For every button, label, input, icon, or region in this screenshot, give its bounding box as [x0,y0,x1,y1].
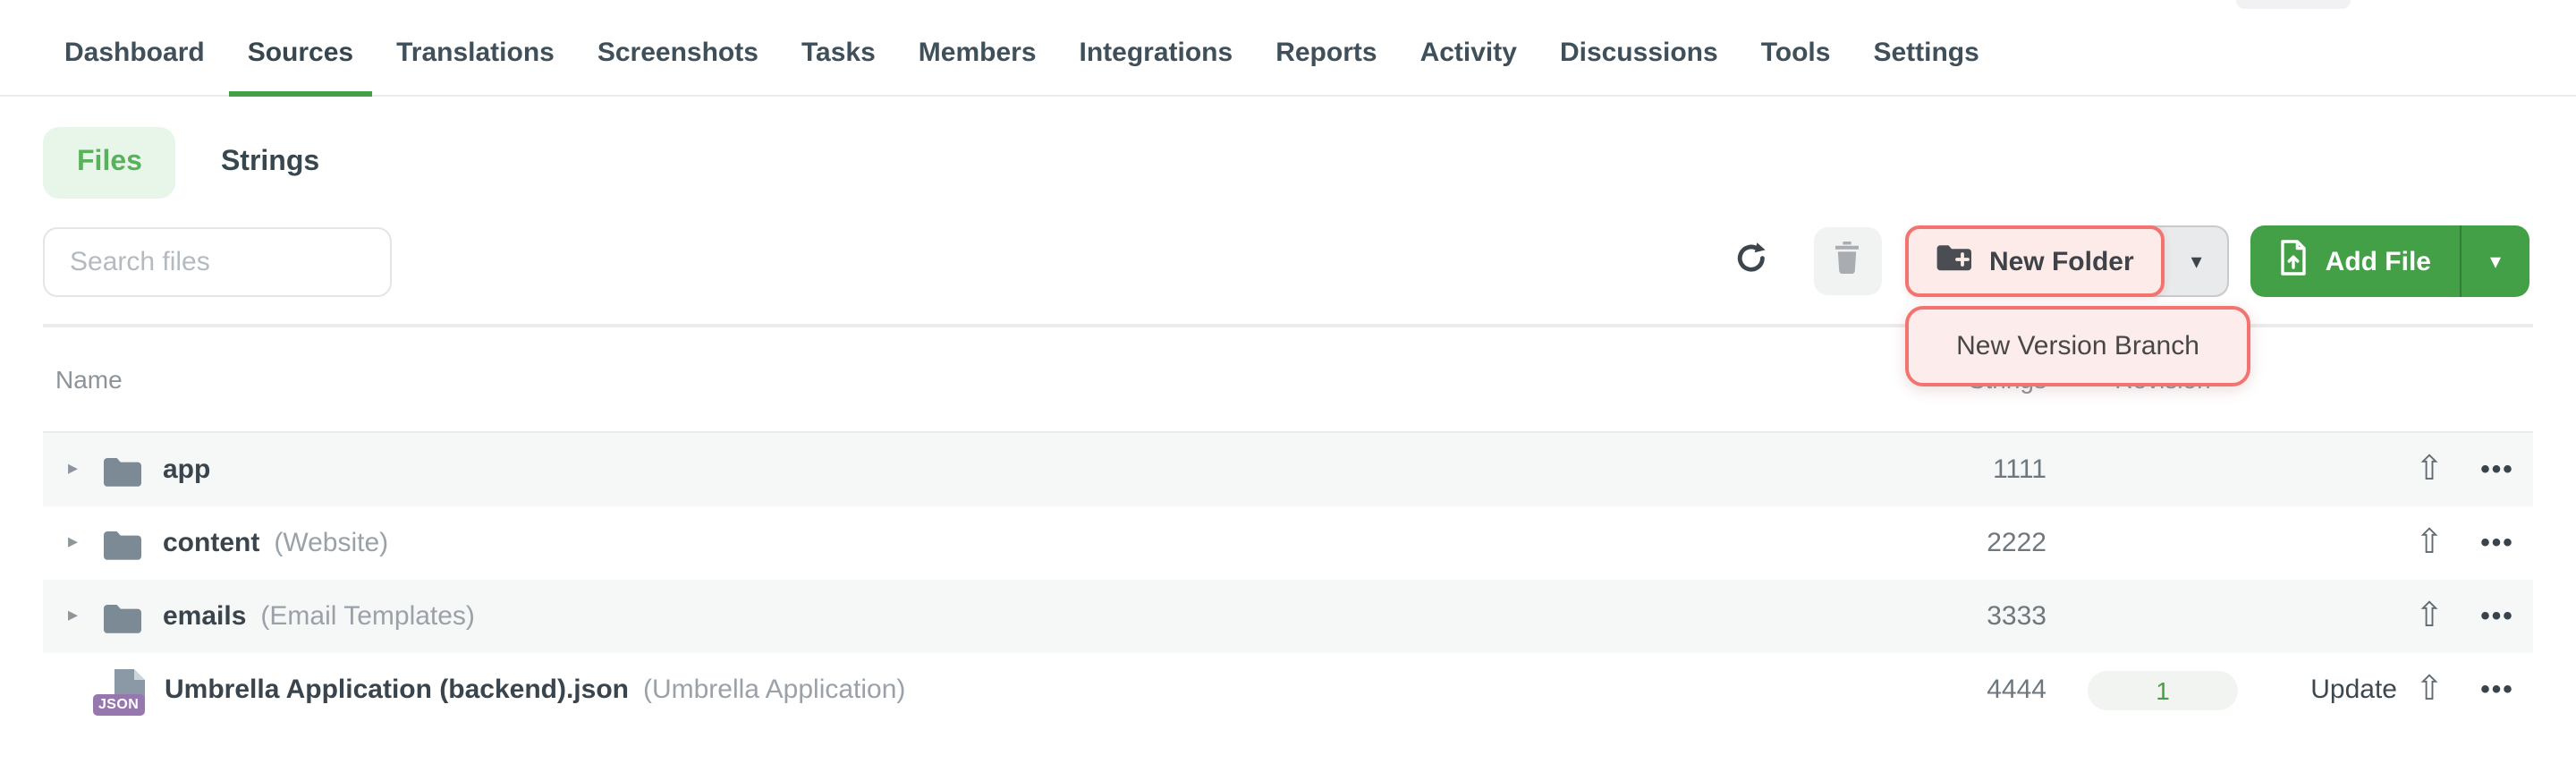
add-file-split-button: Add File ▾ [2250,225,2529,297]
expand-caret-icon[interactable]: ▸ [68,607,89,626]
folder-icon [102,454,143,486]
json-file-icon: JSON [104,668,145,711]
trash-icon [1835,241,1861,282]
update-link[interactable]: Update [2279,675,2397,705]
folder-name: content [163,528,259,558]
nav-tab-reports[interactable]: Reports [1258,0,1394,95]
expand-caret-icon[interactable]: ▸ [68,460,89,480]
tab-strings[interactable]: Strings [221,147,319,179]
nav-tab-discussions[interactable]: Discussions [1542,0,1736,95]
tab-files[interactable]: Files [43,127,176,199]
revision-badge: 1 [2088,670,2238,709]
menu-item-new-version-branch[interactable]: New Version Branch [1905,306,2250,386]
folder-icon [102,527,143,559]
search-input[interactable] [43,227,392,297]
folder-icon [102,600,143,632]
more-actions-icon[interactable]: ••• [2462,603,2533,630]
table-row[interactable]: ▸ emails (Email Templates) 3333 ⇧ ••• [43,580,2533,653]
chevron-down-icon: ▾ [2490,249,2501,274]
chevron-down-icon: ▾ [2191,249,2202,274]
add-file-label: Add File [2326,246,2431,276]
upload-icon[interactable]: ⇧ [2397,453,2462,487]
nav-tab-screenshots[interactable]: Screenshots [580,0,776,95]
more-actions-icon[interactable]: ••• [2462,530,2533,556]
more-actions-icon[interactable]: ••• [2462,676,2533,703]
nav-tab-settings[interactable]: Settings [1855,0,1996,95]
table-row[interactable]: ▸ app 1111 ⇧ ••• [43,433,2533,506]
nav-tab-sources[interactable]: Sources [230,0,371,95]
files-table: Name Strings Revision ▸ app 1111 ⇧ ••• ▸ [43,327,2533,726]
new-folder-label: New Folder [1989,246,2134,276]
table-row[interactable]: JSON Umbrella Application (backend).json… [43,653,2533,726]
strings-count: 1111 [1885,454,2046,485]
project-nav: Dashboard Sources Translations Screensho… [0,0,2576,97]
folder-name: emails [163,601,246,632]
view-toggle: Files Strings [43,127,319,199]
page: Dashboard Sources Translations Screensho… [0,0,2576,764]
add-file-button[interactable]: Add File [2250,225,2460,297]
strings-count: 2222 [1885,528,2046,558]
new-folder-split-button: New Folder ▾ [1905,225,2229,297]
json-badge: JSON [93,693,144,715]
nav-tab-activity[interactable]: Activity [1402,0,1535,95]
delete-button[interactable] [1814,227,1882,295]
strings-count: 3333 [1885,601,2046,632]
upload-icon[interactable]: ⇧ [2397,526,2462,560]
refresh-icon [1733,239,1769,284]
table-row[interactable]: ▸ content (Website) 2222 ⇧ ••• [43,506,2533,580]
expand-caret-icon[interactable]: ▸ [68,533,89,553]
column-header-name: Name [43,365,1885,394]
nav-tab-members[interactable]: Members [901,0,1055,95]
upload-icon[interactable]: ⇧ [2397,599,2462,633]
nav-tab-dashboard[interactable]: Dashboard [47,0,223,95]
more-actions-icon[interactable]: ••• [2462,456,2533,483]
folder-name: app [163,454,210,485]
nav-tab-tools[interactable]: Tools [1743,0,1849,95]
upload-icon[interactable]: ⇧ [2397,673,2462,707]
nav-tab-translations[interactable]: Translations [378,0,572,95]
add-file-dropdown-toggle[interactable]: ▾ [2460,225,2529,297]
nav-tab-integrations[interactable]: Integrations [1062,0,1251,95]
file-add-icon [2279,239,2308,284]
new-folder-button[interactable]: New Folder [1905,225,2165,297]
strings-count: 4444 [1885,675,2046,705]
file-note: (Umbrella Application) [643,675,905,705]
folder-note: (Website) [274,528,388,558]
refresh-button[interactable] [1732,225,1771,297]
toolbar: New Folder ▾ Add File ▾ [1732,225,2529,297]
folder-plus-icon [1936,242,1971,280]
folder-note: (Email Templates) [260,601,475,632]
file-name: Umbrella Application (backend).json [165,675,629,705]
nav-tab-tasks[interactable]: Tasks [784,0,894,95]
